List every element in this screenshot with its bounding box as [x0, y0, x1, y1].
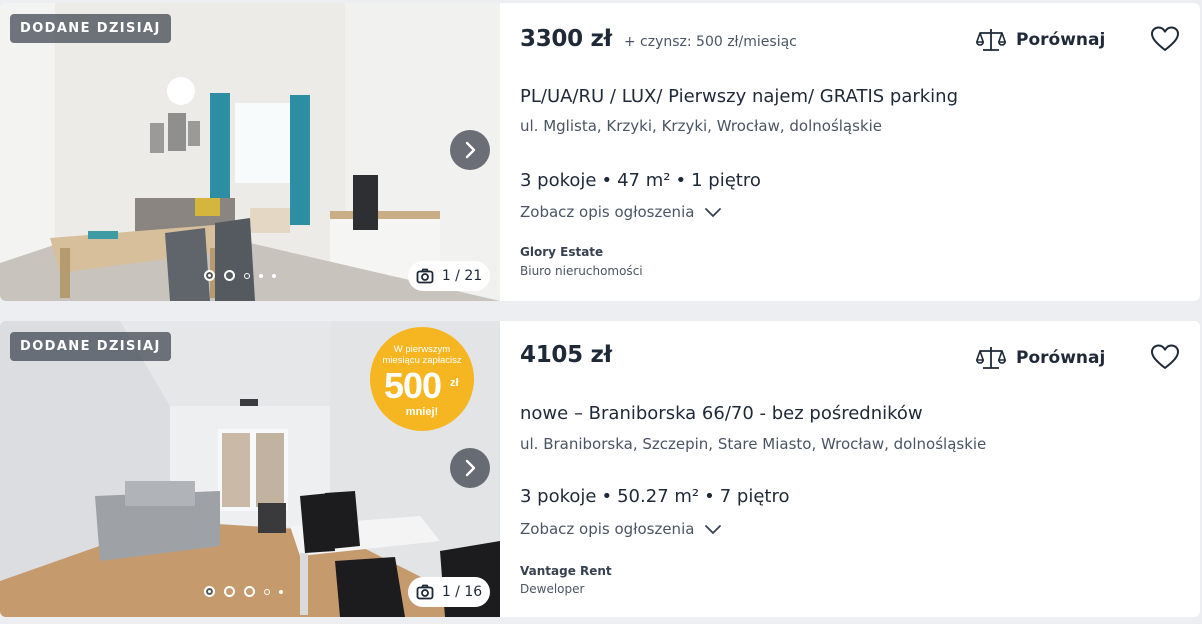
- description-link-label: Zobacz opis ogłoszenia: [520, 520, 695, 538]
- price-row: 3300 zł + czynsz: 500 zł/miesiąc: [520, 26, 797, 52]
- agency-type: Biuro nieruchomości: [520, 264, 643, 278]
- rent-info: + czynsz: 500 zł/miesiąc: [623, 34, 797, 50]
- rooms: 3 pokoje: [520, 170, 597, 191]
- photo-dot[interactable]: [279, 589, 283, 594]
- photo-counter-text: 1 / 16: [441, 584, 483, 600]
- listing-title[interactable]: PL/UA/RU / LUX/ Pierwszy najem/ GRATIS p…: [520, 86, 958, 107]
- photo-dot[interactable]: [259, 273, 263, 278]
- camera-icon: [416, 584, 434, 600]
- photo-dot[interactable]: [272, 273, 276, 278]
- photo-counter-text: 1 / 21: [441, 268, 483, 284]
- photo-dot[interactable]: [244, 272, 250, 279]
- compare-button[interactable]: Porównaj: [976, 27, 1105, 53]
- listing-address: ul. Braniborska, Szczepin, Stare Miasto,…: [520, 435, 987, 453]
- photo-dot[interactable]: [264, 588, 270, 595]
- listing-card[interactable]: DODANE DZISIAJ W pierwszym miesiącu zapła…: [0, 321, 1200, 617]
- price: 3300 zł: [520, 26, 612, 52]
- agency-name: Glory Estate: [520, 245, 604, 259]
- listing-params: 3 pokoje • 47 m² • 1 piętro: [520, 170, 761, 191]
- favorite-button[interactable]: [1150, 25, 1180, 57]
- promo-badge: W pierwszym miesiącu zapłacisz 500 zł mni…: [370, 327, 474, 431]
- new-listing-badge: DODANE DZISIAJ: [10, 14, 171, 43]
- listing-params: 3 pokoje • 50.27 m² • 7 piętro: [520, 486, 790, 507]
- price: 4105 zł: [520, 342, 612, 368]
- promo-text: W pierwszym miesiącu zapłacisz: [370, 344, 474, 366]
- separator: •: [704, 486, 715, 507]
- listing-info: 4105 zł Porównaj nowe – Braniborska 66/7…: [500, 321, 1200, 617]
- scale-icon: [976, 29, 1006, 51]
- compare-button[interactable]: Porównaj: [976, 345, 1105, 371]
- area: 47 m²: [617, 170, 671, 191]
- photo-dot[interactable]: [224, 586, 235, 597]
- compare-label: Porównaj: [1016, 30, 1106, 50]
- chevron-down-icon: [705, 525, 722, 534]
- description-link-label: Zobacz opis ogłoszenia: [520, 203, 695, 221]
- separator: •: [675, 170, 687, 191]
- photo-dot[interactable]: [224, 270, 235, 281]
- photo-dot[interactable]: [204, 270, 215, 281]
- favorite-button[interactable]: [1150, 343, 1180, 375]
- photo-counter[interactable]: 1 / 21: [408, 261, 490, 291]
- heart-icon: [1151, 344, 1179, 369]
- listing-photo[interactable]: DODANE DZISIAJ 1 / 21: [0, 3, 500, 301]
- chevron-right-icon: [465, 141, 476, 159]
- floor: 7 piętro: [719, 486, 790, 507]
- photo-dot[interactable]: [204, 586, 215, 597]
- scale-icon: [976, 347, 1006, 369]
- listing-title[interactable]: nowe – Braniborska 66/70 - bez pośrednik…: [520, 403, 923, 424]
- camera-icon: [416, 268, 434, 284]
- chevron-down-icon: [705, 208, 722, 217]
- listing-address: ul. Mglista, Krzyki, Krzyki, Wrocław, do…: [520, 117, 883, 135]
- photo-dots: [204, 586, 283, 597]
- separator: •: [601, 170, 613, 191]
- show-description-link[interactable]: Zobacz opis ogłoszenia: [520, 203, 722, 221]
- listing-card[interactable]: DODANE DZISIAJ 1 / 21 3300 zł + czynsz: …: [0, 3, 1200, 301]
- photo-dots: [204, 270, 276, 281]
- show-description-link[interactable]: Zobacz opis ogłoszenia: [520, 520, 722, 538]
- compare-label: Porównaj: [1016, 348, 1106, 368]
- agency-name: Vantage Rent: [520, 564, 612, 578]
- separator: •: [601, 486, 613, 507]
- new-listing-badge: DODANE DZISIAJ: [10, 332, 171, 361]
- listing-photo[interactable]: DODANE DZISIAJ W pierwszym miesiącu zapła…: [0, 321, 500, 617]
- rooms: 3 pokoje: [520, 486, 597, 507]
- photo-dot[interactable]: [244, 586, 255, 597]
- floor: 1 piętro: [691, 170, 761, 191]
- next-photo-button[interactable]: [450, 448, 490, 488]
- promo-amount: 500: [384, 365, 442, 406]
- promo-currency: zł: [450, 377, 459, 389]
- area: 50.27 m²: [617, 486, 700, 507]
- price-row: 4105 zł: [520, 342, 612, 368]
- chevron-right-icon: [465, 459, 476, 477]
- heart-icon: [1151, 26, 1179, 51]
- next-photo-button[interactable]: [450, 130, 490, 170]
- photo-counter[interactable]: 1 / 16: [408, 577, 490, 607]
- promo-line: mniej!: [405, 406, 439, 418]
- agency-type: Deweloper: [520, 582, 585, 596]
- listing-info: 3300 zł + czynsz: 500 zł/miesiąc Porówna…: [500, 3, 1200, 301]
- apartment-photo: [0, 3, 500, 301]
- promo-line: W pierwszym: [393, 344, 451, 355]
